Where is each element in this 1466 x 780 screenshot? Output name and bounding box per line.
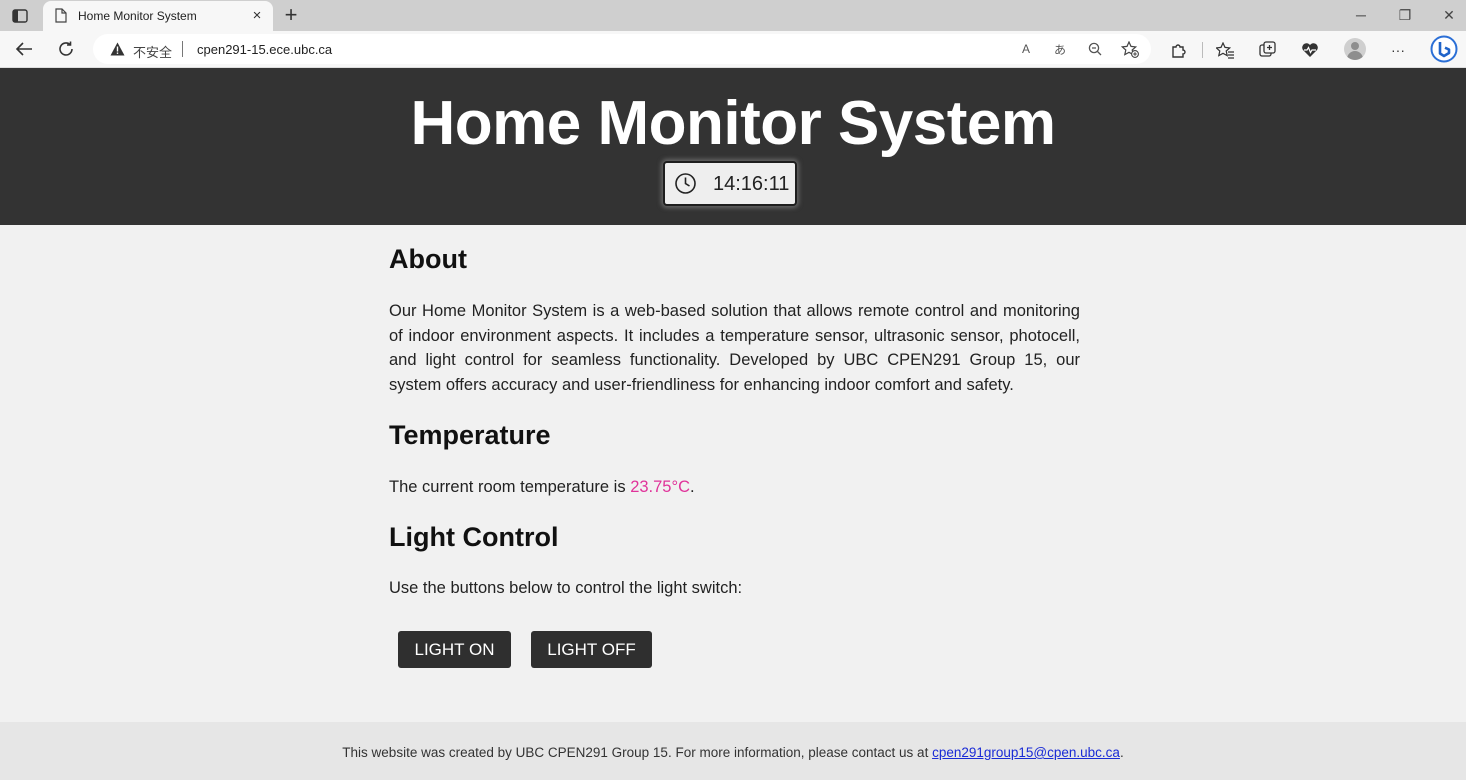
- clock-time: 14:16:11: [713, 173, 790, 195]
- copilot-icon[interactable]: [1430, 35, 1458, 63]
- tab-title: Home Monitor System: [78, 9, 197, 23]
- address-bar: 不安全 cpen291-15.ece.ubc.ca A あ ···: [0, 31, 1466, 68]
- zoom-icon[interactable]: [1086, 40, 1104, 58]
- footer-end: .: [1119, 745, 1124, 760]
- clock-icon: [674, 172, 697, 195]
- temperature-text: The current room temperature is 23.75°C.: [389, 475, 1080, 500]
- more-menu-icon[interactable]: ···: [1387, 39, 1409, 61]
- warning-icon[interactable]: [110, 42, 125, 56]
- footer-message: This website was created by UBC CPEN291 …: [342, 745, 933, 760]
- favorite-add-icon[interactable]: [1121, 40, 1139, 58]
- about-heading: About: [389, 244, 467, 274]
- profile-avatar[interactable]: [1344, 38, 1366, 60]
- tab-actions-icon[interactable]: [9, 6, 31, 26]
- collections-icon[interactable]: [1257, 39, 1279, 61]
- close-window-icon[interactable]: ✕: [1435, 5, 1463, 25]
- temperature-value: 23.75°C: [630, 478, 690, 496]
- clock-widget: 14:16:11: [663, 161, 797, 206]
- contact-email-link[interactable]: cpen291group15@cpen.ubc.ca: [932, 745, 1120, 760]
- favorites-icon[interactable]: [1214, 39, 1236, 61]
- url-field[interactable]: 不安全 cpen291-15.ece.ubc.ca A あ: [93, 34, 1151, 64]
- footer-text: This website was created by UBC CPEN291 …: [0, 745, 1466, 760]
- browser-tab[interactable]: Home Monitor System ×: [43, 1, 273, 31]
- url-divider: [182, 41, 183, 57]
- browser-essentials-icon[interactable]: [1299, 39, 1321, 61]
- site-footer: This website was created by UBC CPEN291 …: [0, 722, 1466, 780]
- minimize-icon[interactable]: ─: [1347, 5, 1375, 25]
- about-text: Our Home Monitor System is a web-based s…: [389, 302, 1080, 395]
- site-header: Home Monitor System 14:16:11: [0, 68, 1466, 225]
- light-control-heading: Light Control: [389, 522, 559, 552]
- temperature-heading: Temperature: [389, 420, 551, 450]
- extensions-icon[interactable]: [1168, 39, 1190, 61]
- back-icon[interactable]: [13, 38, 35, 60]
- page-icon: [55, 8, 67, 23]
- browser-tab-strip: Home Monitor System × + ─ ❐ ✕: [0, 0, 1466, 31]
- light-on-button[interactable]: LIGHT ON: [398, 631, 511, 668]
- restore-icon[interactable]: ❐: [1391, 5, 1419, 25]
- tab-close-icon[interactable]: ×: [249, 8, 265, 24]
- light-off-button[interactable]: LIGHT OFF: [531, 631, 652, 668]
- page-title: Home Monitor System: [410, 89, 1056, 158]
- temperature-prefix: The current room temperature is: [389, 478, 631, 496]
- translate-icon[interactable]: あ: [1051, 40, 1069, 58]
- refresh-icon[interactable]: [55, 38, 77, 60]
- url-text[interactable]: cpen291-15.ece.ubc.ca: [197, 42, 332, 57]
- read-aloud-icon[interactable]: A: [1017, 40, 1035, 58]
- security-label[interactable]: 不安全: [133, 42, 172, 61]
- new-tab-icon[interactable]: +: [281, 4, 301, 26]
- temperature-suffix: .: [690, 478, 695, 496]
- light-control-instructions: Use the buttons below to control the lig…: [389, 579, 743, 597]
- toolbar-divider: [1202, 42, 1203, 58]
